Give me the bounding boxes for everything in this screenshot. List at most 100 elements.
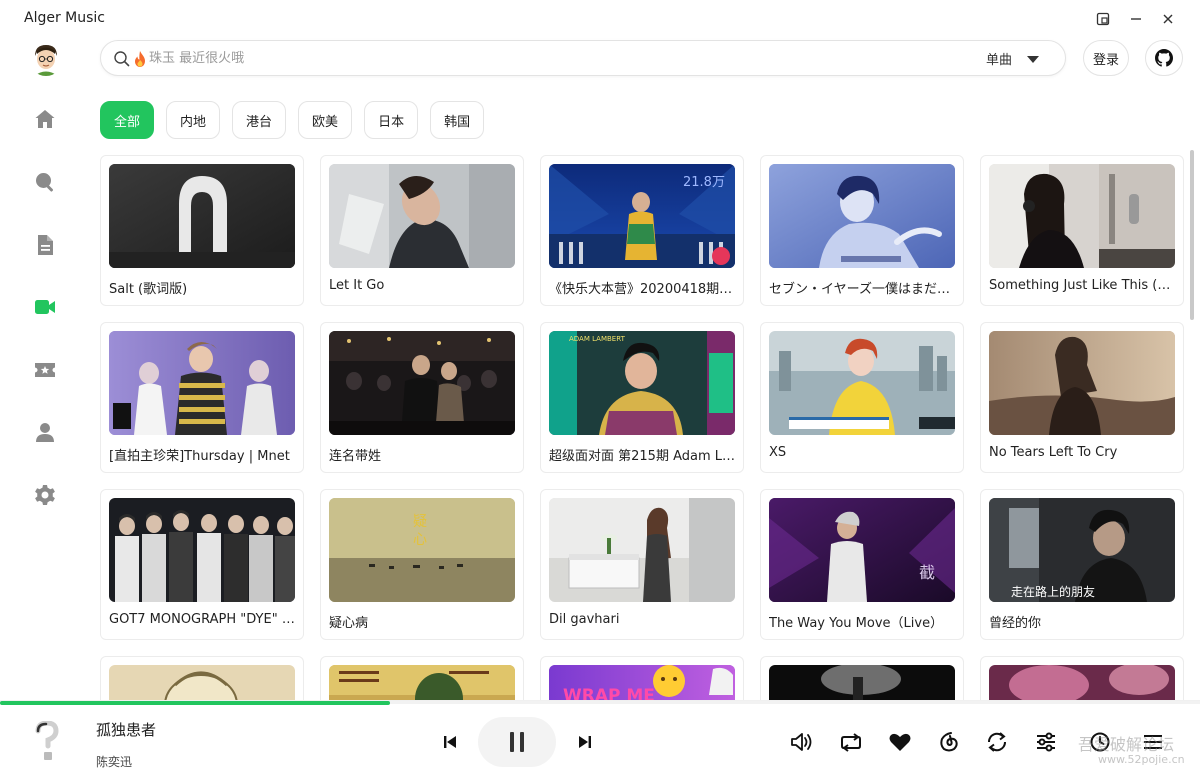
previous-track-button[interactable] xyxy=(435,727,465,757)
mv-card[interactable]: Dil gavhari xyxy=(540,489,744,640)
mv-title[interactable]: Salt (歌词版) xyxy=(109,278,295,297)
mv-thumbnail[interactable] xyxy=(329,331,515,435)
login-button[interactable]: 登录 xyxy=(1083,40,1129,76)
sidebar-item-user[interactable] xyxy=(30,417,60,447)
mv-title[interactable]: GOT7 MONOGRAPH "DYE" Ver. xyxy=(109,612,295,627)
filter-chip[interactable]: 日本 xyxy=(364,101,419,139)
mv-title[interactable]: 超级面对面 第215期 Adam Lambert xyxy=(549,445,735,464)
mv-title[interactable]: No Tears Left To Cry xyxy=(989,445,1175,460)
mv-thumbnail[interactable] xyxy=(769,164,955,268)
avatar[interactable] xyxy=(29,42,63,76)
mv-card[interactable]: 疑心疑心病 xyxy=(320,489,524,640)
mv-thumbnail[interactable] xyxy=(109,498,295,602)
mv-title[interactable]: Dil gavhari xyxy=(549,612,735,627)
play-pause-button[interactable] xyxy=(478,717,556,767)
mv-card[interactable]: XS xyxy=(760,322,964,473)
filter-chip[interactable]: 韩国 xyxy=(430,101,485,139)
scrollbar-thumb[interactable] xyxy=(1190,150,1194,320)
mv-card[interactable] xyxy=(100,656,304,700)
mv-thumbnail[interactable] xyxy=(769,331,955,435)
mv-thumbnail[interactable] xyxy=(329,164,515,268)
svg-text:截: 截 xyxy=(919,563,935,582)
sidebar-item-home[interactable] xyxy=(30,104,60,134)
mv-thumbnail[interactable]: 21.8万 xyxy=(549,164,735,268)
mv-thumbnail[interactable] xyxy=(989,164,1175,268)
mv-card[interactable]: 走在路上的朋友曾经的你 xyxy=(980,489,1184,640)
sidebar-item-search[interactable] xyxy=(30,167,60,197)
search-icon xyxy=(114,51,130,67)
mv-card[interactable]: Something Just Like This (Live) xyxy=(980,155,1184,306)
mv-thumbnail[interactable] xyxy=(109,665,295,700)
mv-thumbnail[interactable] xyxy=(109,331,295,435)
filter-chip[interactable]: 全部 xyxy=(100,101,155,139)
mv-title[interactable]: [直拍主珍荣]Thursday | Mnet xyxy=(109,445,295,464)
sidebar-item-settings[interactable] xyxy=(30,480,60,510)
mv-title[interactable]: 连名带姓 xyxy=(329,445,515,464)
thumb-overlay-text: ADAM LAMBERT xyxy=(569,335,626,343)
filter-chip[interactable]: 内地 xyxy=(166,101,221,139)
mv-title[interactable]: XS xyxy=(769,445,955,460)
filter-chip[interactable]: 欧美 xyxy=(298,101,353,139)
mv-thumbnail[interactable]: WRAP ME xyxy=(549,665,735,700)
song-title[interactable]: 孤独患者 xyxy=(96,719,156,740)
mv-card[interactable]: 21.8万《快乐大本营》20200418期：张艺兴 xyxy=(540,155,744,306)
mv-card[interactable] xyxy=(320,656,524,700)
mv-thumbnail[interactable] xyxy=(109,164,295,268)
sidebar-item-ranking[interactable] xyxy=(30,355,60,385)
mv-card[interactable] xyxy=(760,656,964,700)
mv-thumbnail[interactable]: 疑心 xyxy=(329,498,515,602)
sidebar-item-playlist[interactable] xyxy=(30,230,60,260)
filter-chip[interactable]: 港台 xyxy=(232,101,287,139)
mv-title[interactable]: Let It Go xyxy=(329,278,515,293)
mv-card[interactable]: [直拍主珍荣]Thursday | Mnet xyxy=(100,322,304,473)
search-type-select[interactable]: 单曲 xyxy=(986,49,1012,68)
mv-card[interactable]: Salt (歌词版) xyxy=(100,155,304,306)
mv-thumbnail[interactable]: 走在路上的朋友 xyxy=(989,498,1175,602)
svg-text:疑: 疑 xyxy=(413,514,427,530)
mv-title[interactable]: 疑心病 xyxy=(329,612,515,631)
progress-fill[interactable] xyxy=(0,701,390,705)
mv-title[interactable]: Something Just Like This (Live) xyxy=(989,278,1175,293)
github-button[interactable] xyxy=(1145,40,1183,76)
mv-title[interactable]: 曾经的你 xyxy=(989,612,1175,631)
like-button[interactable] xyxy=(885,727,915,757)
netease-button[interactable] xyxy=(934,727,964,757)
mv-card[interactable]: WRAP ME xyxy=(540,656,744,700)
mv-title[interactable]: セブン・イヤーズ一僕はまだ7歳 xyxy=(769,278,955,297)
mv-thumbnail[interactable] xyxy=(769,665,955,700)
close-window-button[interactable] xyxy=(1157,8,1179,30)
mv-card[interactable]: GOT7 MONOGRAPH "DYE" Ver. xyxy=(100,489,304,640)
mv-thumbnail[interactable] xyxy=(549,498,735,602)
mv-thumbnail[interactable] xyxy=(989,331,1175,435)
document-icon xyxy=(33,233,57,257)
home-icon xyxy=(33,107,57,131)
volume-button[interactable] xyxy=(787,727,817,757)
song-artist[interactable]: 陈奕迅 xyxy=(96,753,132,770)
mv-card[interactable]: 连名带姓 xyxy=(320,322,524,473)
mv-card[interactable]: 截 The Way You Move（Live） xyxy=(760,489,964,640)
mv-thumbnail[interactable]: 截 xyxy=(769,498,955,602)
mv-card[interactable]: ADAM LAMBERT 超级面对面 第215期 Adam Lambert xyxy=(540,322,744,473)
repeat-mode-button[interactable] xyxy=(836,727,866,757)
caret-down-icon[interactable] xyxy=(1026,54,1040,64)
mv-card[interactable]: No Tears Left To Cry xyxy=(980,322,1184,473)
video-icon xyxy=(33,295,57,319)
album-cover[interactable] xyxy=(32,721,62,763)
mv-thumbnail[interactable] xyxy=(329,665,515,700)
search-input[interactable] xyxy=(149,45,949,71)
mv-title[interactable]: The Way You Move（Live） xyxy=(769,612,955,631)
mv-card[interactable] xyxy=(980,656,1184,700)
mv-thumbnail[interactable] xyxy=(989,665,1175,700)
next-track-button[interactable] xyxy=(570,727,600,757)
minimize-window-button[interactable] xyxy=(1125,8,1147,30)
refresh-button[interactable] xyxy=(982,727,1012,757)
restore-window-button[interactable] xyxy=(1092,8,1114,30)
watermark-text: 吾爱破解论坛 xyxy=(1078,735,1175,754)
app-window: Alger Music 珠玉 最近很火哦 单曲 登录 全部 内地 港台 欧美 日… xyxy=(0,0,1200,780)
equalizer-button[interactable] xyxy=(1031,727,1061,757)
mv-title[interactable]: 《快乐大本营》20200418期：张艺兴 xyxy=(549,278,735,297)
mv-card[interactable]: Let It Go xyxy=(320,155,524,306)
mv-card[interactable]: セブン・イヤーズ一僕はまだ7歳 xyxy=(760,155,964,306)
mv-thumbnail[interactable]: ADAM LAMBERT xyxy=(549,331,735,435)
sidebar-item-mv[interactable] xyxy=(30,292,60,322)
